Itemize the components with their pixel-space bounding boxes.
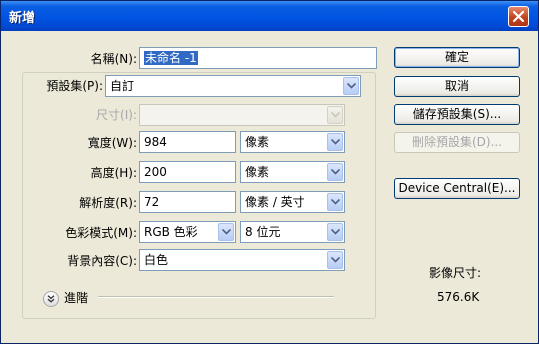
double-chevron-down-icon xyxy=(47,295,55,303)
bit-depth-select[interactable]: 8 位元 xyxy=(240,221,345,243)
chevron-down-icon xyxy=(327,163,343,181)
cancel-button[interactable]: 取消 xyxy=(394,76,520,97)
background-select[interactable]: 白色 xyxy=(139,249,345,271)
advanced-divider xyxy=(98,296,334,298)
chevron-down-icon xyxy=(327,223,343,241)
background-label: 背景內容(C): xyxy=(67,254,137,268)
chevron-down-icon xyxy=(327,193,343,211)
save-preset-button[interactable]: 儲存預設集(S)... xyxy=(394,104,520,125)
window-title: 新增 xyxy=(9,11,36,26)
title-bar[interactable]: 新增 xyxy=(1,1,538,31)
preset-select[interactable]: 自訂 xyxy=(105,75,361,97)
background-value: 白色 xyxy=(144,253,169,267)
ok-button[interactable]: 確定 xyxy=(394,47,520,68)
resolution-unit-value: 像素 / 英寸 xyxy=(245,195,305,209)
advanced-label[interactable]: 進階 xyxy=(64,289,94,307)
chevron-down-icon xyxy=(327,251,343,269)
name-label: 名稱(N): xyxy=(90,52,137,66)
preset-select-value: 自訂 xyxy=(110,79,135,93)
height-unit-select[interactable]: 像素 xyxy=(240,161,345,183)
width-input[interactable]: 984 xyxy=(139,131,236,153)
preset-label: 預設集(P): xyxy=(37,77,103,95)
close-icon xyxy=(512,10,525,23)
color-mode-select[interactable]: RGB 色彩 xyxy=(139,221,236,243)
height-input[interactable]: 200 xyxy=(139,161,236,183)
image-size-label: 影像尺寸: xyxy=(429,266,482,280)
resolution-label: 解析度(R): xyxy=(79,196,137,210)
new-document-dialog: 新增 名稱(N): 未命名 -1 預設集(P): 自訂 尺寸(I): 寬度(W)… xyxy=(0,0,539,344)
advanced-toggle-button[interactable] xyxy=(43,291,59,307)
image-size-value: 576.6K xyxy=(437,290,480,304)
width-unit-value: 像素 xyxy=(245,135,270,149)
device-central-button[interactable]: Device Central(E)... xyxy=(394,178,520,199)
chevron-down-icon xyxy=(327,106,343,124)
size-label: 尺寸(I): xyxy=(96,108,137,122)
size-select xyxy=(139,104,345,126)
color-mode-label: 色彩模式(M): xyxy=(65,226,137,240)
height-unit-value: 像素 xyxy=(245,165,270,179)
bit-depth-value: 8 位元 xyxy=(245,225,281,239)
resolution-unit-select[interactable]: 像素 / 英寸 xyxy=(240,191,345,213)
chevron-down-icon xyxy=(327,133,343,151)
resolution-input[interactable]: 72 xyxy=(139,191,236,213)
color-mode-value: RGB 色彩 xyxy=(144,225,198,239)
name-input[interactable]: 未命名 -1 xyxy=(139,47,377,69)
width-unit-select[interactable]: 像素 xyxy=(240,131,345,153)
name-input-text: 未命名 -1 xyxy=(144,51,198,65)
close-button[interactable] xyxy=(508,6,529,27)
chevron-down-icon xyxy=(343,77,359,95)
delete-preset-button: 刪除預設集(D)... xyxy=(394,132,520,153)
chevron-down-icon xyxy=(218,223,234,241)
width-label: 寬度(W): xyxy=(87,136,137,150)
height-label: 高度(H): xyxy=(90,166,137,180)
